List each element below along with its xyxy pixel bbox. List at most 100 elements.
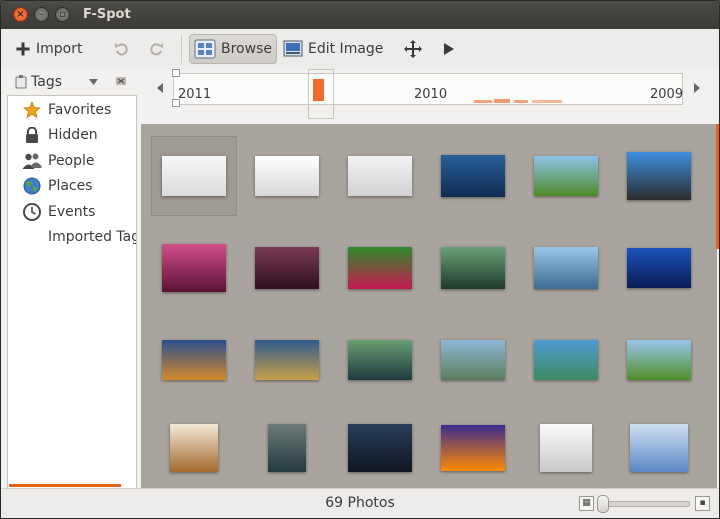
play-icon (444, 43, 454, 55)
photo-thumbnail-cell[interactable] (430, 408, 516, 488)
fullscreen-button[interactable] (403, 34, 423, 64)
photo-thumbnail-cell[interactable] (523, 320, 609, 400)
zoom-slider-track[interactable] (606, 501, 690, 507)
photo-pink-lips[interactable] (162, 244, 226, 292)
photo-white-abstract-1[interactable] (162, 156, 226, 196)
browser-scrollbar[interactable] (716, 124, 719, 249)
photo-thumbnail-cell[interactable] (337, 320, 423, 400)
browse-button[interactable]: Browse (189, 34, 277, 64)
rotate-right-button[interactable] (147, 34, 165, 64)
photo-city-night-reflection[interactable] (162, 340, 226, 380)
timeline[interactable]: 2011 2010 2009 (151, 69, 717, 123)
photo-blue-lake-island[interactable] (627, 248, 691, 288)
photo-thumbnail-cell[interactable] (430, 228, 516, 308)
photo-thumbnail-cell[interactable] (523, 408, 609, 488)
photo-document-screen[interactable] (540, 424, 592, 472)
photo-thumbnail-cell[interactable] (616, 408, 702, 488)
app-window: × – ▫ F-Spot Import Browse Edit Image Ta… (0, 0, 720, 519)
sidebar-item-label: Favorites (48, 102, 112, 118)
maximize-icon: ▫ (59, 8, 66, 20)
photo-colorful-tux[interactable] (441, 425, 505, 471)
photo-terraced-fields[interactable] (441, 340, 505, 380)
sidebar-item-label: Imported Tags (48, 229, 136, 245)
rotate-left-icon (115, 43, 128, 56)
tag-sidebar: Favorites Hidden People Places Events Im… (7, 95, 137, 489)
timeline-handle-start[interactable] (172, 69, 180, 77)
photo-green-meadow-tree[interactable] (534, 156, 598, 196)
zoom-in-button[interactable]: ▪ (695, 496, 710, 511)
globe-icon (23, 177, 41, 195)
photo-thumbnail-cell[interactable] (430, 320, 516, 400)
timeline-histogram-bar (474, 100, 492, 103)
sidebar-item-places[interactable]: Places (8, 174, 136, 198)
timeline-scroll-left-icon[interactable] (157, 83, 164, 93)
minimize-window-button[interactable]: – (34, 7, 49, 22)
photo-thumbnail-cell[interactable] (337, 408, 423, 488)
sidebar-item-favorites[interactable]: Favorites (8, 98, 136, 122)
close-pane-icon[interactable] (115, 75, 127, 87)
import-label: Import (36, 41, 83, 57)
photo-thumbnail-cell[interactable] (523, 228, 609, 308)
photo-thumbnail-cell[interactable] (244, 320, 330, 400)
photo-white-abstract-2[interactable] (255, 156, 319, 196)
edit-image-button[interactable]: Edit Image (283, 34, 383, 64)
sidebar-item-hidden[interactable]: Hidden (8, 123, 136, 147)
photo-thumbnail-cell[interactable] (244, 408, 330, 488)
photo-thumbnail-cell[interactable] (244, 136, 330, 216)
photo-white-abstract-3[interactable] (348, 156, 412, 196)
photo-thumbnail-cell[interactable] (430, 136, 516, 216)
timeline-scroll-right-icon[interactable] (693, 83, 700, 93)
photo-thumbnail-cell[interactable] (337, 228, 423, 308)
sidebar-item-imported-tags[interactable]: Imported Tags (8, 225, 136, 249)
zoom-out-button[interactable]: ▦ (579, 496, 594, 511)
photo-purple-wood[interactable] (255, 247, 319, 289)
timeline-date-marker[interactable] (313, 79, 324, 101)
import-button[interactable]: Import (15, 34, 82, 64)
sidebar-item-people[interactable]: People (8, 149, 136, 173)
toolbar-separator (181, 35, 182, 63)
slideshow-button[interactable] (442, 34, 456, 64)
photo-desktop-screenshot[interactable] (630, 424, 688, 472)
photo-rice-terraces[interactable] (534, 340, 598, 380)
photo-thumbnail-cell[interactable] (523, 136, 609, 216)
timeline-year: 2009 (650, 87, 684, 102)
close-window-button[interactable]: × (13, 7, 28, 22)
photo-red-tulip[interactable] (348, 247, 412, 289)
photo-thumbnail-cell[interactable] (151, 136, 237, 216)
photo-thumbnail-cell[interactable] (151, 408, 237, 488)
sidebar-item-events[interactable]: Events (8, 200, 136, 224)
photo-river-valley[interactable] (348, 340, 412, 380)
zoom-in-icon: ▪ (699, 498, 706, 508)
photo-lit-village-night[interactable] (255, 340, 319, 380)
photo-forest-waterfall[interactable] (441, 247, 505, 289)
timeline-histogram-bar (514, 100, 528, 103)
photo-thumbnail-cell[interactable] (151, 320, 237, 400)
photo-thumbnail-cell[interactable] (616, 136, 702, 216)
photo-thumbnail-cell[interactable] (151, 228, 237, 308)
photo-browser[interactable] (141, 124, 717, 488)
plus-icon (16, 42, 30, 56)
photo-dark-blue-cave[interactable] (348, 424, 412, 472)
photo-green-field-tree[interactable] (627, 340, 691, 380)
photo-building-sky[interactable] (627, 152, 691, 200)
rotate-left-button[interactable] (113, 34, 131, 64)
photo-thumbnail-cell[interactable] (616, 228, 702, 308)
photo-thumbnail-cell[interactable] (244, 228, 330, 308)
tag-icon (15, 75, 27, 89)
browse-label: Browse (221, 41, 272, 57)
sidebar-progress-indicator (9, 484, 121, 487)
photo-thumbnail-cell[interactable] (616, 320, 702, 400)
zoom-slider-handle[interactable] (597, 495, 609, 513)
photo-teddy-bear[interactable] (170, 424, 218, 472)
photo-blue-rocks[interactable] (534, 247, 598, 289)
chevron-down-icon[interactable] (89, 79, 98, 85)
edit-image-label: Edit Image (308, 41, 384, 57)
maximize-window-button[interactable]: ▫ (55, 7, 70, 22)
photo-sitting-figure[interactable] (268, 424, 306, 472)
photo-blue-sky-mountains[interactable] (441, 155, 505, 197)
timeline-handle-end[interactable] (172, 99, 180, 107)
photo-thumbnail-cell[interactable] (337, 136, 423, 216)
tags-selector[interactable]: Tags (1, 69, 141, 95)
timeline-track[interactable]: 2011 2010 2009 (173, 73, 683, 105)
toolbar: Import Browse Edit Image (1, 29, 719, 69)
